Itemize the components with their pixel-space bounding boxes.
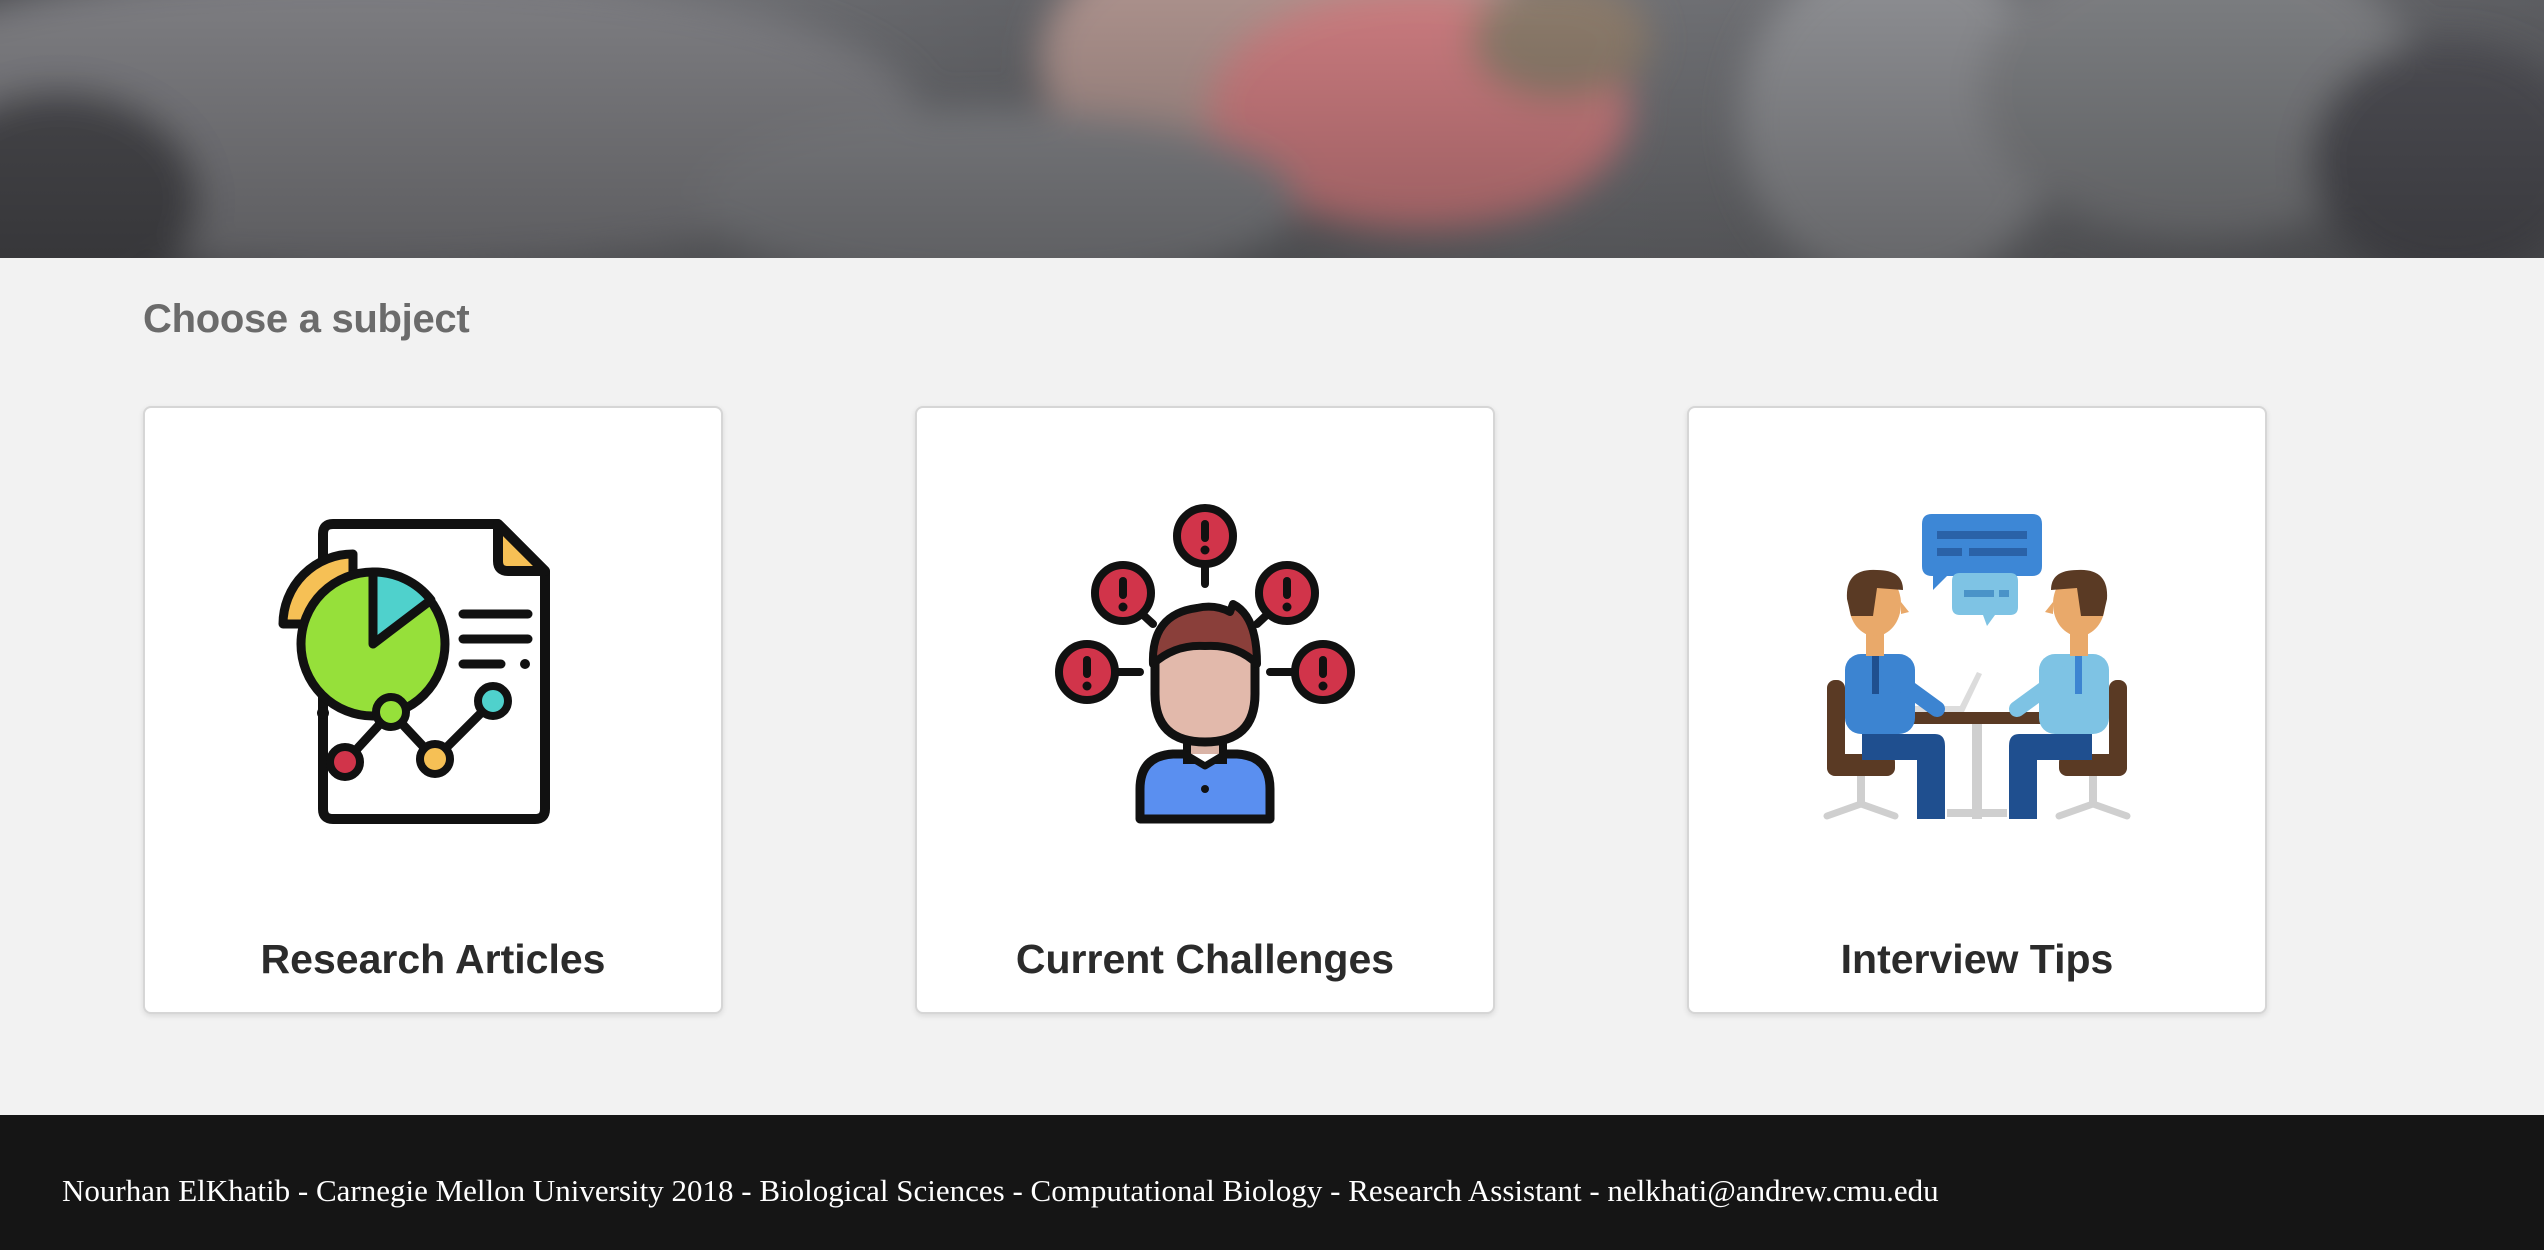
card-icon-wrap	[145, 504, 721, 824]
card-label: Interview Tips	[1840, 936, 2114, 982]
hero-photo	[0, 0, 2544, 258]
card-research-articles[interactable]: Research Articles	[143, 406, 723, 1014]
card-icon-wrap	[1689, 504, 2265, 824]
interview-meeting-icon	[1823, 514, 2131, 820]
card-interview-tips[interactable]: Interview Tips	[1687, 406, 2267, 1014]
card-label: Research Articles	[260, 936, 606, 982]
person-alerts-icon	[1055, 504, 1355, 824]
card-label: Current Challenges	[1015, 936, 1395, 982]
hero-banner	[0, 0, 2544, 258]
report-chart-icon	[278, 519, 550, 824]
section-heading: Choose a subject	[143, 297, 470, 341]
card-icon-wrap	[917, 504, 1493, 824]
card-current-challenges[interactable]: Current Challenges	[915, 406, 1495, 1014]
footer-text: Nourhan ElKhatib - Carnegie Mellon Unive…	[62, 1173, 1939, 1208]
